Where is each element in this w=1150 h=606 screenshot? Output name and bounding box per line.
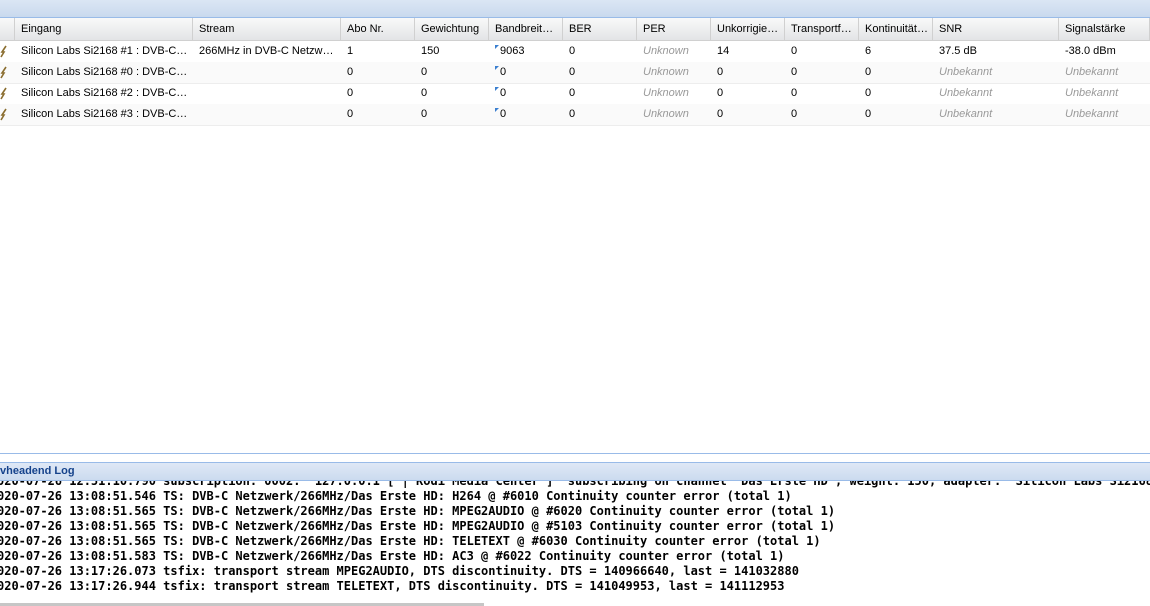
cell-abo-nr: 0	[347, 108, 354, 120]
cell-bandbreite: 9063	[489, 41, 563, 62]
cell-signalstaerke: Unbekannt	[1065, 87, 1119, 99]
cell-unkorrigiert: 0	[717, 87, 724, 99]
table-row[interactable]: Silicon Labs Si2168 #3 : DVB-C… 0 0 0 0 Unkno…	[0, 104, 1150, 126]
cell-stream	[193, 83, 341, 104]
bandwidth-value: 0	[500, 87, 507, 99]
cell-snr: Unbekannt	[939, 87, 993, 99]
cell-bandbreite: 0	[489, 62, 563, 83]
column-header-bandbreite[interactable]: Bandbreit…	[489, 18, 563, 40]
log-line: 020-07-26 13:08:51.565 TS: DVB-C Netzwer…	[0, 519, 836, 533]
cell-ber: 0	[569, 66, 576, 78]
cell-signalstaerke: Unbekannt	[1065, 108, 1119, 120]
log-line: 020-07-26 13:08:51.583 TS: DVB-C Netzwer…	[0, 549, 785, 563]
cell-bandbreite: 0	[489, 104, 563, 125]
cell-per: Unknown	[643, 45, 689, 57]
cell-eingang: Silicon Labs Si2168 #3 : DVB-C…	[21, 108, 188, 120]
column-header-ber[interactable]: BER	[563, 18, 637, 40]
bandwidth-value: 9063	[500, 45, 525, 57]
cell-stream	[193, 62, 341, 83]
cell-snr: 37.5 dB	[939, 45, 977, 57]
column-header-signalstaerke[interactable]: Signalstärke	[1059, 18, 1150, 40]
table-row[interactable]: Silicon Labs Si2168 #1 : DVB-C… 266MHz in…	[0, 41, 1150, 63]
signal-plug-icon	[0, 66, 7, 79]
cell-gewichtung: 150	[421, 45, 440, 57]
signal-plug-icon	[0, 87, 7, 100]
bandwidth-marker-icon	[495, 66, 499, 70]
column-header-icon	[0, 18, 15, 40]
column-header-abo-nr[interactable]: Abo Nr.	[341, 18, 415, 40]
cell-transportfehler: 0	[791, 66, 798, 78]
column-header-transportfehler[interactable]: Transportf…	[785, 18, 859, 40]
log-line: 020-07-26 13:08:51.546 TS: DVB-C Netzwer…	[0, 489, 792, 503]
cell-transportfehler: 0	[791, 87, 798, 99]
column-header-snr[interactable]: SNR	[933, 18, 1059, 40]
cell-per: Unknown	[643, 66, 689, 78]
cell-per: Unknown	[643, 108, 689, 120]
column-header-unkorrigiert[interactable]: Unkorrigie…	[711, 18, 785, 40]
cell-transportfehler: 0	[791, 108, 798, 120]
log-line: 020-07-26 13:08:51.565 TS: DVB-C Netzwer…	[0, 504, 836, 518]
bandwidth-marker-icon	[495, 45, 499, 49]
cell-stream: 266MHz in DVB-C Netzw…	[199, 45, 334, 57]
column-header-eingang[interactable]: Eingang	[15, 18, 193, 40]
cell-unkorrigiert: 0	[717, 108, 724, 120]
cell-bandbreite: 0	[489, 83, 563, 104]
cell-gewichtung: 0	[421, 66, 428, 78]
table-row[interactable]: Silicon Labs Si2168 #0 : DVB-C… 0 0 0 0 Unkno…	[0, 62, 1150, 84]
signal-plug-icon	[0, 108, 7, 121]
bandwidth-value: 0	[500, 108, 507, 120]
cell-unkorrigiert: 14	[717, 45, 730, 57]
stream-grid-header: Eingang Stream Abo Nr. Gewichtung Bandbreit……	[0, 18, 1150, 41]
signal-plug-icon	[0, 45, 7, 58]
log-panel-header[interactable]: vheadend Log	[0, 462, 1150, 481]
bandwidth-value: 0	[500, 66, 507, 78]
log-line: 020-07-26 13:17:26.073 tsfix: transport …	[0, 564, 799, 578]
cell-signalstaerke: -38.0 dBm	[1065, 45, 1116, 57]
bandwidth-marker-icon	[495, 108, 499, 112]
cell-kontinuitaet: 6	[865, 45, 872, 57]
cell-eingang: Silicon Labs Si2168 #1 : DVB-C…	[21, 45, 188, 57]
log-panel: vheadend Log 020-07-26 12:51:10.790 subs…	[0, 453, 1150, 606]
cell-snr: Unbekannt	[939, 66, 993, 78]
log-line: 020-07-26 13:08:51.565 TS: DVB-C Netzwer…	[0, 534, 821, 548]
cell-eingang: Silicon Labs Si2168 #0 : DVB-C…	[21, 66, 188, 78]
cell-stream	[193, 104, 341, 125]
cell-kontinuitaet: 0	[865, 66, 872, 78]
toolbar-strip	[0, 0, 1150, 18]
table-row[interactable]: Silicon Labs Si2168 #2 : DVB-C… 0 0 0 0 Unkno…	[0, 83, 1150, 105]
log-line-partial: 020-07-26 12:51:10.790 subscription: 000…	[0, 481, 1150, 488]
cell-per: Unknown	[643, 87, 689, 99]
cell-eingang: Silicon Labs Si2168 #2 : DVB-C…	[21, 87, 188, 99]
column-header-stream[interactable]: Stream	[193, 18, 341, 40]
cell-abo-nr: 0	[347, 87, 354, 99]
cell-gewichtung: 0	[421, 108, 428, 120]
cell-ber: 0	[569, 45, 576, 57]
log-body[interactable]: 020-07-26 12:51:10.790 subscription: 000…	[0, 481, 1150, 600]
cell-transportfehler: 0	[791, 45, 798, 57]
cell-unkorrigiert: 0	[717, 66, 724, 78]
bandwidth-marker-icon	[495, 87, 499, 91]
cell-abo-nr: 1	[347, 45, 354, 57]
log-line: 020-07-26 13:17:26.944 tsfix: transport …	[0, 579, 785, 593]
cell-abo-nr: 0	[347, 66, 354, 78]
cell-snr: Unbekannt	[939, 108, 993, 120]
cell-signalstaerke: Unbekannt	[1065, 66, 1119, 78]
cell-kontinuitaet: 0	[865, 87, 872, 99]
column-header-per[interactable]: PER	[637, 18, 711, 40]
cell-ber: 0	[569, 108, 576, 120]
log-title: vheadend Log	[0, 465, 75, 477]
cell-ber: 0	[569, 87, 576, 99]
column-header-kontinuitaet[interactable]: Kontinuität…	[859, 18, 933, 40]
cell-gewichtung: 0	[421, 87, 428, 99]
cell-kontinuitaet: 0	[865, 108, 872, 120]
column-header-gewichtung[interactable]: Gewichtung	[415, 18, 489, 40]
